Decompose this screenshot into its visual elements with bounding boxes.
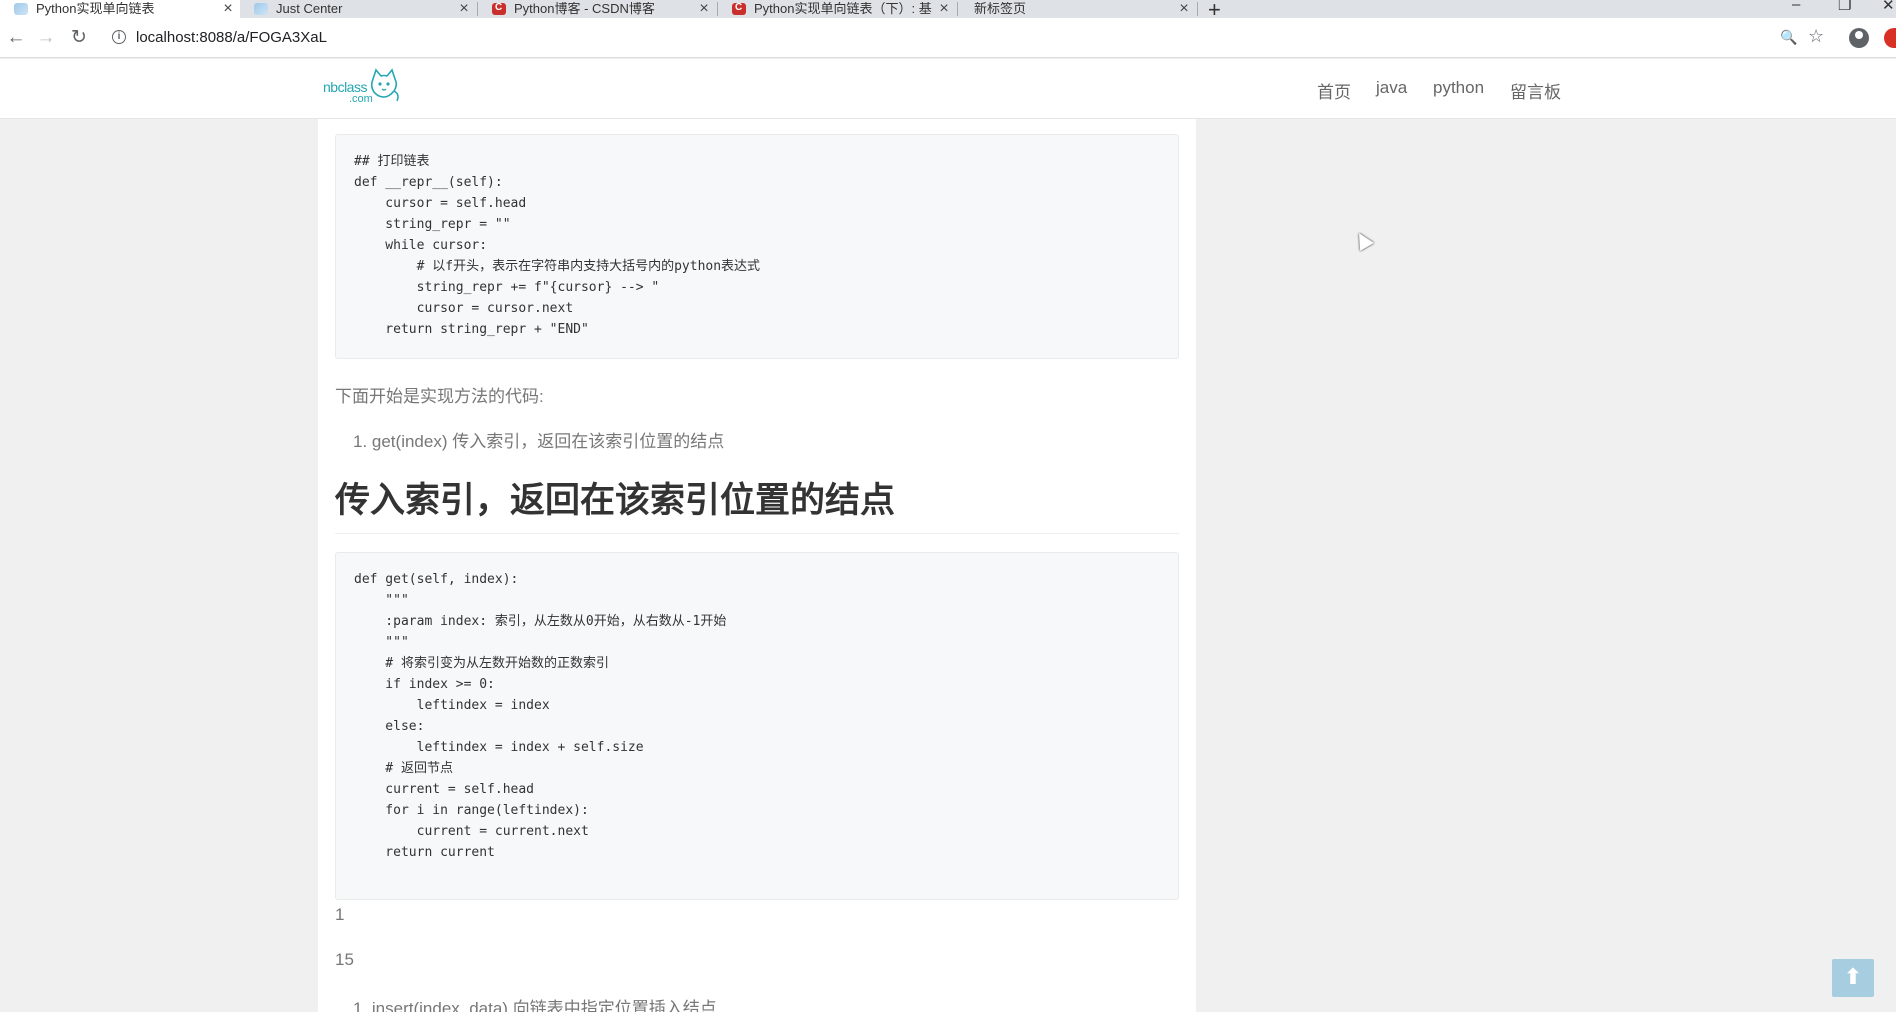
nav-python[interactable]: python xyxy=(1433,78,1484,98)
nav-home[interactable]: 首页 xyxy=(1317,78,1351,103)
csdn-favicon-icon xyxy=(492,2,506,15)
nbclass-favicon-icon xyxy=(254,3,268,15)
zoom-icon[interactable]: 🔍 xyxy=(1780,29,1797,46)
close-icon[interactable]: × xyxy=(692,1,716,17)
nbclass-favicon-icon xyxy=(14,3,28,15)
code-block-repr[interactable]: ## 打印链表 def __repr__(self): cursor = sel… xyxy=(335,134,1179,359)
list-item: 1. get(index) 传入索引，返回在该索引位置的结点 xyxy=(353,432,725,451)
code-block-get[interactable]: def get(self, index): """ :param index: … xyxy=(335,552,1179,900)
mouse-cursor-icon xyxy=(1352,229,1374,251)
tab-title: Python实现单向链表（下）: 基 xyxy=(754,2,932,16)
back-button[interactable]: ← xyxy=(4,26,28,50)
tab-title: Just Center xyxy=(276,2,343,16)
browser-toolbar: ← → ↻ i localhost:8088/a/FOGA3XaL 🔍 ☆ xyxy=(0,18,1896,58)
address-bar[interactable]: i localhost:8088/a/FOGA3XaL 🔍 xyxy=(104,22,1797,54)
tab-title: 新标签页 xyxy=(974,2,1027,16)
code-text: ## 打印链表 def __repr__(self): cursor = sel… xyxy=(354,154,761,337)
url-text[interactable]: localhost:8088/a/FOGA3XaL xyxy=(136,29,327,46)
paragraph: 下面开始是实现方法的代码: xyxy=(335,387,544,406)
reload-button[interactable]: ↻ xyxy=(67,26,91,50)
restore-icon[interactable]: ❐ xyxy=(1838,0,1851,14)
close-icon[interactable]: × xyxy=(1172,1,1196,17)
arrow-up-icon: ⬆ xyxy=(1843,964,1863,989)
bookmark-star-icon[interactable]: ☆ xyxy=(1808,26,1824,47)
tab-csdn-blog[interactable]: Python博客 - CSDN博客 × xyxy=(478,0,716,18)
tab-just-center[interactable]: Just Center × xyxy=(240,0,476,18)
profile-avatar-icon[interactable] xyxy=(1849,28,1869,48)
close-icon[interactable]: × xyxy=(216,1,240,17)
close-icon[interactable]: × xyxy=(452,1,476,17)
tab-title: Python实现单向链表 xyxy=(36,2,155,16)
tab-new-tab-page[interactable]: 新标签页 × xyxy=(958,0,1196,18)
csdn-favicon-icon xyxy=(732,2,746,15)
article-content: ## 打印链表 def __repr__(self): cursor = sel… xyxy=(318,119,1196,1012)
tab-python-linked-list[interactable]: Python实现单向链表 × xyxy=(0,0,240,18)
cat-logo-icon xyxy=(370,68,399,102)
site-info-icon[interactable]: i xyxy=(112,30,126,44)
extension-icon[interactable] xyxy=(1884,28,1896,48)
nav-message-board[interactable]: 留言板 xyxy=(1510,78,1561,103)
site-header: nbclass .com 首页 java python 留言板 xyxy=(0,59,1896,119)
list-item: 1. insert(index, data) 向链表中指定位置插入结点 xyxy=(353,999,717,1012)
tab-strip: Python实现单向链表 × Just Center × Python博客 - … xyxy=(0,0,1896,22)
code-text: def get(self, index): """ :param index: … xyxy=(354,572,727,860)
nav-java[interactable]: java xyxy=(1376,78,1407,98)
forward-button[interactable]: → xyxy=(34,26,58,50)
back-to-top-button[interactable]: ⬆ xyxy=(1832,959,1874,997)
line-number-start: 1 xyxy=(335,905,345,924)
site-logo[interactable]: nbclass .com xyxy=(323,65,403,109)
close-icon[interactable]: × xyxy=(932,1,956,17)
section-heading: 传入索引，返回在该索引位置的结点 xyxy=(335,479,1179,534)
line-number-end: 15 xyxy=(335,950,354,969)
minimize-icon[interactable]: – xyxy=(1792,0,1800,13)
window-close-icon[interactable]: ✕ xyxy=(1882,0,1895,14)
tab-csdn-linked-list[interactable]: Python实现单向链表（下）: 基 × xyxy=(718,0,956,18)
tab-title: Python博客 - CSDN博客 xyxy=(514,2,655,16)
tab-separator xyxy=(1197,2,1198,16)
